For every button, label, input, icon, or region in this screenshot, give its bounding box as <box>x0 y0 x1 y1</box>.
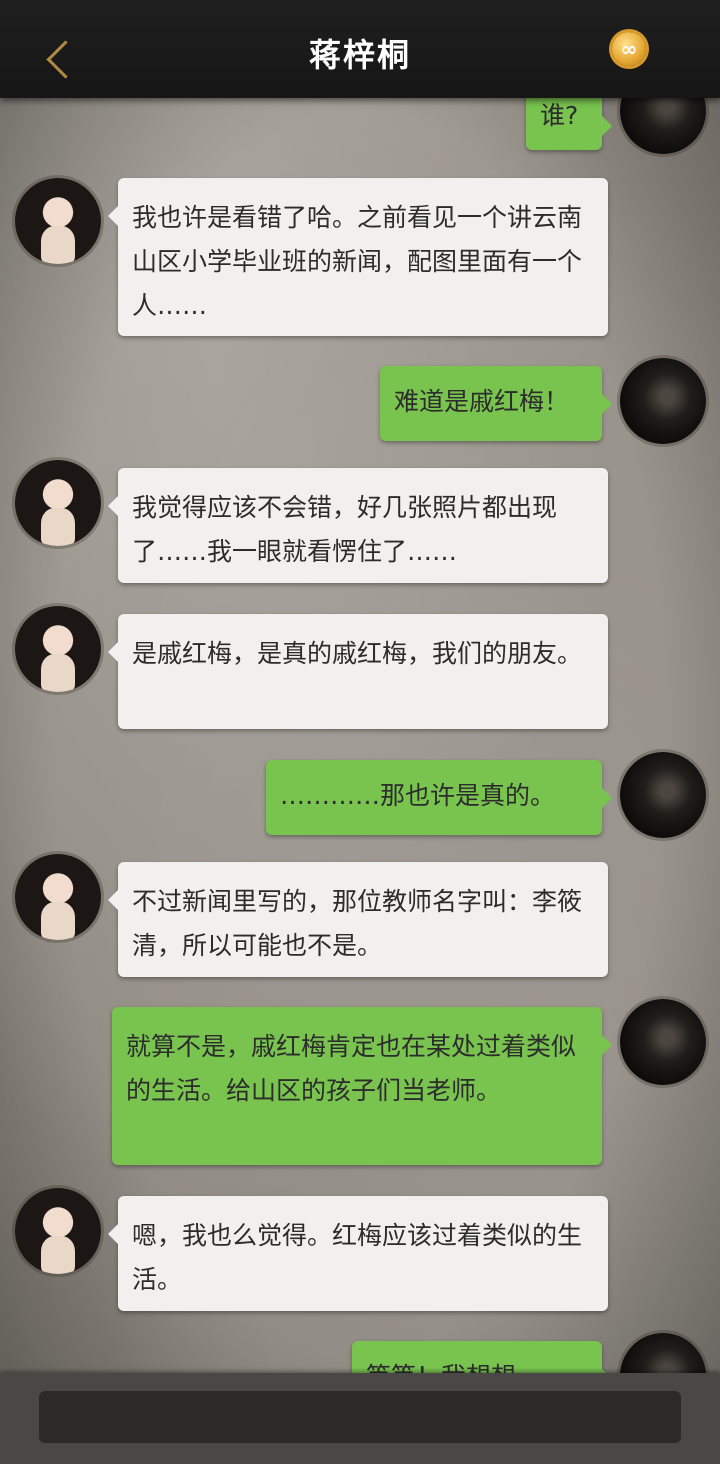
message-bubble-incoming[interactable]: 不过新闻里写的，那位教师名字叫：李筱清，所以可能也不是。 <box>108 862 608 977</box>
message-bubble-outgoing[interactable]: 谁? <box>526 98 612 150</box>
my-avatar[interactable] <box>620 1333 706 1373</box>
message-bubble-incoming[interactable]: 嗯，我也么觉得。红梅应该过着类似的生活。 <box>108 1196 608 1311</box>
contact-avatar[interactable] <box>15 606 101 692</box>
my-avatar[interactable] <box>620 358 706 444</box>
contact-avatar[interactable] <box>15 1188 101 1274</box>
message-list[interactable]: 谁? 我也许是看错了哈。之前看见一个讲云南山区小学毕业班的新闻，配图里面有一个人… <box>0 98 720 1373</box>
contact-avatar[interactable] <box>15 178 101 264</box>
contact-avatar[interactable] <box>15 460 101 546</box>
my-avatar[interactable] <box>620 98 706 154</box>
top-bar: 蒋梓桐 ∞ <box>0 0 720 98</box>
input-bar <box>0 1373 720 1464</box>
message-bubble-outgoing[interactable]: 就算不是，戚红梅肯定也在某处过着类似的生活。给山区的孩子们当老师。 <box>112 1007 612 1165</box>
message-bubble-outgoing[interactable]: 等等！我想想 <box>352 1341 612 1373</box>
message-bubble-outgoing[interactable]: 难道是戚红梅！ <box>380 366 612 441</box>
message-bubble-incoming[interactable]: 我觉得应该不会错，好几张照片都出现了……我一眼就看愣住了…… <box>108 468 608 583</box>
my-avatar[interactable] <box>620 999 706 1085</box>
message-bubble-incoming[interactable]: 是戚红梅，是真的戚红梅，我们的朋友。 <box>108 614 608 729</box>
message-bubble-outgoing[interactable]: …………那也许是真的。 <box>266 760 612 835</box>
message-bubble-incoming[interactable]: 我也许是看错了哈。之前看见一个讲云南山区小学毕业班的新闻，配图里面有一个人…… <box>108 178 608 336</box>
message-input[interactable] <box>39 1391 681 1443</box>
my-avatar[interactable] <box>620 752 706 838</box>
infinity-badge-icon[interactable]: ∞ <box>612 32 646 66</box>
contact-avatar[interactable] <box>15 854 101 940</box>
